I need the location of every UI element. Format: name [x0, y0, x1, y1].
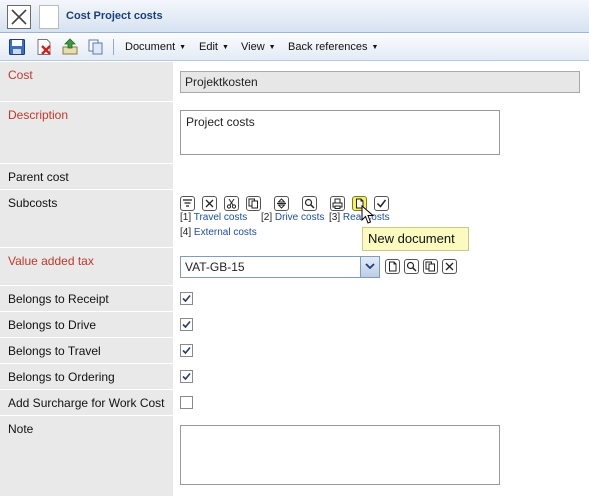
- belongs-travel-label: Belongs to Travel: [8, 344, 101, 358]
- mouse-cursor-icon: [361, 204, 375, 228]
- add-surcharge-checkbox[interactable]: [180, 396, 193, 409]
- vat-copy-icon[interactable]: [423, 259, 438, 274]
- copy-icon[interactable]: [246, 196, 261, 211]
- note-label: Note: [8, 422, 34, 436]
- row-belongs-drive: Belongs to Drive: [0, 312, 589, 338]
- subcosts-label: Subcosts: [8, 196, 58, 210]
- subcost-link-drive[interactable]: Drive costs: [275, 212, 324, 223]
- row-subcosts: Subcosts [1] Travel costs [2] Drive cost…: [0, 190, 589, 248]
- vat-label: Value added tax: [8, 254, 94, 268]
- copy-icon[interactable]: [87, 38, 105, 56]
- vat-clear-icon[interactable]: [442, 259, 457, 274]
- belongs-travel-checkbox[interactable]: [180, 344, 193, 357]
- description-label: Description: [8, 108, 69, 122]
- vat-select[interactable]: VAT-GB-15: [180, 256, 380, 278]
- subcost-link-travel[interactable]: Travel costs: [194, 212, 248, 223]
- menu-view[interactable]: View ▼: [241, 41, 276, 53]
- delete-icon[interactable]: [35, 38, 53, 56]
- row-belongs-receipt: Belongs to Receipt: [0, 286, 589, 312]
- cut-icon[interactable]: [224, 196, 239, 211]
- subcost-link-external[interactable]: External costs: [194, 227, 257, 238]
- subcost-item-1: [1] Travel costs: [180, 212, 248, 223]
- subcost-item-2: [2] Drive costs: [261, 212, 325, 223]
- belongs-receipt-label: Belongs to Receipt: [8, 292, 109, 306]
- vat-value: VAT-GB-15: [185, 260, 245, 274]
- parent-cost-label: Parent cost: [8, 170, 69, 184]
- chevron-down-icon[interactable]: [360, 257, 379, 277]
- menu-edit[interactable]: Edit ▼: [199, 41, 229, 53]
- belongs-drive-label: Belongs to Drive: [8, 318, 97, 332]
- tooltip: New document: [362, 227, 469, 251]
- belongs-receipt-checkbox[interactable]: [180, 292, 193, 305]
- cost-field[interactable]: Projektkosten: [180, 71, 580, 93]
- toolbar: Document ▼ Edit ▼ View ▼ Back references ▼: [0, 33, 589, 61]
- remove-icon[interactable]: [202, 196, 217, 211]
- save-icon[interactable]: [8, 38, 26, 56]
- window-title: Cost Project costs: [66, 10, 163, 22]
- upload-icon[interactable]: [61, 38, 79, 56]
- document-icon: [39, 5, 59, 29]
- menu-document[interactable]: Document ▼: [125, 41, 186, 53]
- toolbar-separator: [113, 39, 114, 55]
- close-icon[interactable]: [7, 5, 31, 29]
- check-icon[interactable]: [374, 196, 389, 211]
- row-cost: Cost Projektkosten: [0, 62, 589, 102]
- add-surcharge-label: Add Surcharge for Work Cost: [8, 396, 165, 410]
- filter-icon[interactable]: [180, 196, 195, 211]
- search-icon[interactable]: [302, 196, 317, 211]
- description-field[interactable]: Project costs: [180, 110, 500, 155]
- menu-back-references[interactable]: Back references ▼: [288, 41, 378, 53]
- vat-new-icon[interactable]: [385, 259, 400, 274]
- row-belongs-travel: Belongs to Travel: [0, 338, 589, 364]
- row-description: Description Project costs: [0, 102, 589, 164]
- row-note: Note: [0, 416, 589, 496]
- subcost-item-4: [4] External costs: [180, 227, 257, 238]
- belongs-ordering-checkbox[interactable]: [180, 370, 193, 383]
- belongs-ordering-label: Belongs to Ordering: [8, 370, 115, 384]
- cost-label: Cost: [8, 68, 33, 82]
- row-parent-cost: Parent cost: [0, 164, 589, 190]
- title-bar: Cost Project costs: [0, 0, 589, 33]
- belongs-drive-checkbox[interactable]: [180, 318, 193, 331]
- print-icon[interactable]: [330, 196, 345, 211]
- subcost-item-3: [3] Real costs: [329, 212, 390, 223]
- note-field[interactable]: [180, 425, 500, 485]
- row-add-surcharge: Add Surcharge for Work Cost: [0, 390, 589, 416]
- row-belongs-ordering: Belongs to Ordering: [0, 364, 589, 390]
- move-icon[interactable]: [274, 196, 289, 211]
- vat-search-icon[interactable]: [404, 259, 419, 274]
